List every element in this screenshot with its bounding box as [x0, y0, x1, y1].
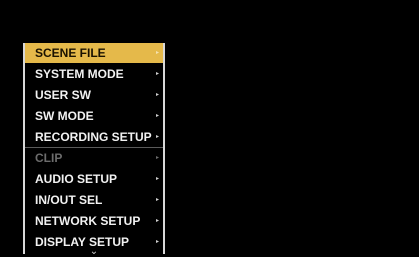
menu-item-scene-file[interactable]: SCENE FILE ▸: [25, 43, 163, 63]
menu-item-label: NETWORK SETUP: [35, 214, 141, 228]
menu-item-label: AUDIO SETUP: [35, 172, 118, 186]
menu-item-in-out-sel[interactable]: IN/OUT SEL ▸: [25, 190, 163, 210]
submenu-arrow-icon: ▸: [155, 176, 159, 182]
menu-item-label: SYSTEM MODE: [35, 67, 124, 81]
menu-item-user-sw[interactable]: USER SW ▸: [25, 85, 163, 105]
submenu-arrow-icon: ▸: [155, 218, 159, 224]
menu-item-label: RECORDING SETUP: [35, 130, 152, 144]
submenu-arrow-icon: ▸: [155, 92, 159, 98]
menu-item-label: CLIP: [35, 151, 63, 165]
menu-item-label: IN/OUT SEL: [35, 193, 103, 207]
main-menu-panel: SCENE FILE ▸ SYSTEM MODE ▸ USER SW ▸ SW …: [23, 43, 165, 257]
submenu-arrow-icon: ▸: [155, 50, 159, 56]
menu-item-network-setup[interactable]: NETWORK SETUP ▸: [25, 211, 163, 231]
submenu-arrow-icon: ▸: [155, 71, 159, 77]
menu-item-sw-mode[interactable]: SW MODE ▸: [25, 106, 163, 126]
menu-item-audio-setup[interactable]: AUDIO SETUP ▸: [25, 169, 163, 189]
scroll-down-icon[interactable]: ⌄: [25, 247, 163, 257]
menu-item-system-mode[interactable]: SYSTEM MODE ▸: [25, 64, 163, 84]
submenu-arrow-icon: ▸: [155, 113, 159, 119]
menu-item-label: SW MODE: [35, 109, 94, 123]
menu-item-label: USER SW: [35, 88, 92, 102]
menu-list: SCENE FILE ▸ SYSTEM MODE ▸ USER SW ▸ SW …: [25, 43, 163, 253]
submenu-arrow-icon: ▸: [155, 197, 159, 203]
submenu-arrow-icon: ▸: [155, 134, 159, 140]
submenu-arrow-icon: ▸: [155, 155, 159, 161]
menu-item-recording-setup[interactable]: RECORDING SETUP ▸: [25, 127, 163, 148]
menu-item-label: SCENE FILE: [35, 46, 106, 60]
menu-item-clip: CLIP ▸: [25, 148, 163, 168]
